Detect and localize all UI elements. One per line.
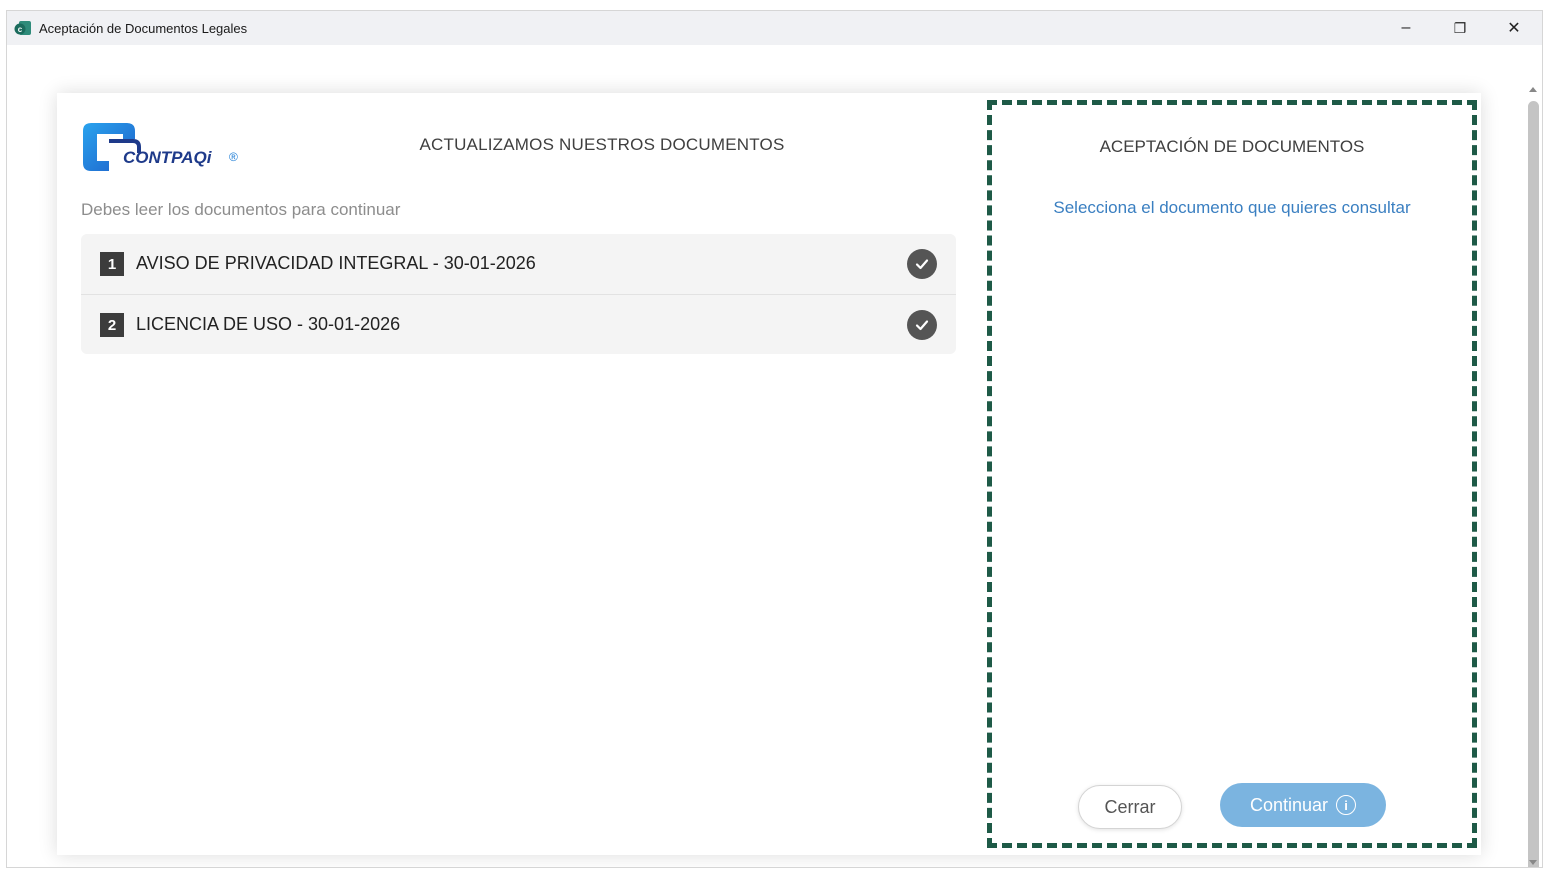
document-list: 1 AVISO DE PRIVACIDAD INTEGRAL - 30-01-2… (81, 234, 956, 354)
app-icon: c (14, 21, 31, 35)
svg-text:c: c (18, 25, 23, 34)
select-document-hint: Selecciona el documento que quieres cons… (1053, 198, 1411, 217)
document-label: AVISO DE PRIVACIDAD INTEGRAL - 30-01-202… (136, 253, 536, 273)
scroll-up-icon[interactable] (1529, 87, 1537, 92)
scroll-thumb[interactable] (1528, 101, 1539, 867)
title-bar: c Aceptación de Documentos Legales – ❐ ✕ (7, 11, 1542, 45)
window-content: CONTPAQi ® ACTUALIZAMOS NUESTROS DOCUMEN… (7, 45, 1542, 867)
document-number-badge: 1 (100, 252, 124, 276)
logo-text: CONTPAQi (123, 148, 212, 167)
vertical-scrollbar[interactable] (1526, 85, 1540, 867)
minimize-button[interactable]: – (1379, 11, 1433, 45)
acceptance-pane: ACEPTACIÓN DE DOCUMENTOS Selecciona el d… (987, 100, 1477, 848)
page-title: ACTUALIZAMOS NUESTROS DOCUMENTOS (419, 135, 785, 154)
document-number-badge: 2 (100, 313, 124, 337)
checkmark-icon (907, 310, 937, 340)
document-label: LICENCIA DE USO - 30-01-2026 (136, 314, 401, 334)
continue-button[interactable]: Continuar i (1220, 783, 1386, 827)
documents-list-pane: CONTPAQi ® ACTUALIZAMOS NUESTROS DOCUMEN… (57, 93, 981, 855)
app-window: c Aceptación de Documentos Legales – ❐ ✕ (6, 10, 1543, 868)
info-icon: i (1336, 795, 1357, 815)
contpaqi-logo: CONTPAQi ® (81, 117, 251, 175)
minimize-icon: – (1401, 19, 1411, 36)
scroll-down-icon[interactable] (1529, 860, 1537, 865)
close-button[interactable]: Cerrar (1078, 785, 1182, 829)
documents-card: CONTPAQi ® ACTUALIZAMOS NUESTROS DOCUMEN… (57, 93, 1481, 855)
document-item-licencia-uso[interactable]: 2 LICENCIA DE USO - 30-01-2026 (81, 294, 956, 354)
logo-registered: ® (229, 150, 238, 164)
checkmark-icon (907, 249, 937, 279)
acceptance-title: ACEPTACIÓN DE DOCUMENTOS (1099, 137, 1365, 156)
restore-icon: ❐ (1453, 19, 1467, 36)
continue-label: Continuar (1249, 794, 1329, 815)
window-title: Aceptación de Documentos Legales (39, 21, 248, 36)
instructions-text: Debes leer los documentos para continuar (81, 200, 401, 219)
document-item-aviso-privacidad[interactable]: 1 AVISO DE PRIVACIDAD INTEGRAL - 30-01-2… (81, 234, 956, 294)
close-icon: ✕ (1507, 20, 1521, 37)
restore-button[interactable]: ❐ (1433, 11, 1487, 45)
close-window-button[interactable]: ✕ (1487, 11, 1541, 45)
